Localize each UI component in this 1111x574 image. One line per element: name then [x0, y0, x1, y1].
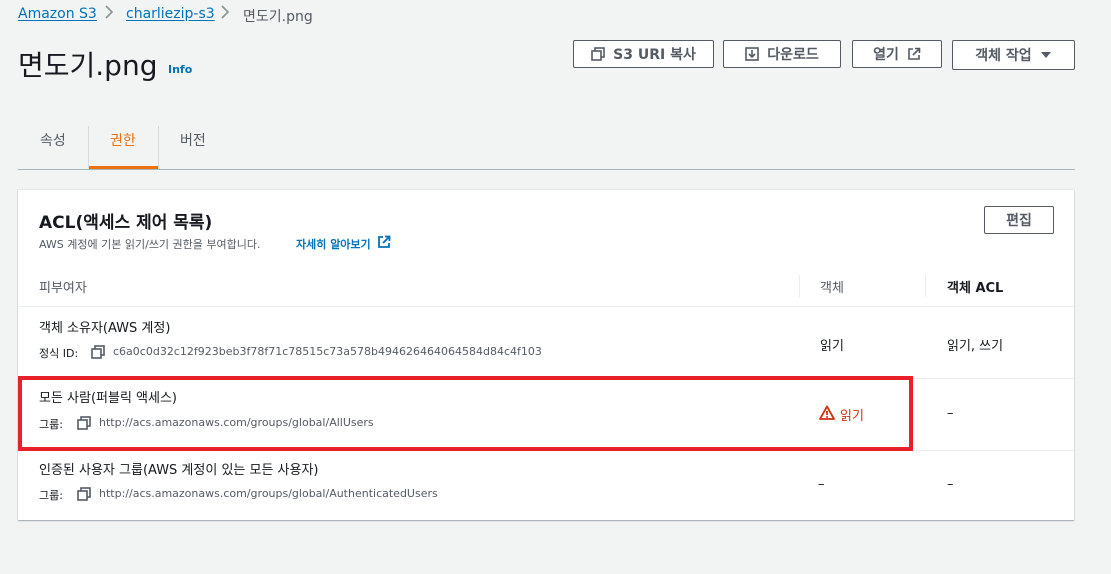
object-acl-permission: –	[947, 406, 954, 421]
object-permission: –	[818, 477, 825, 492]
chevron-right-icon	[104, 5, 114, 23]
grantee-id-value: c6a0c0d32c12f923beb3f78f71c78515c73a578b…	[113, 345, 542, 358]
column-header-object: 객체	[820, 281, 844, 296]
grantee-group-label: 그룹:	[39, 489, 63, 502]
column-header-object-acl: 객체 ACL	[947, 281, 1004, 296]
breadcrumb-item-bucket[interactable]: charliezip-s3	[126, 6, 215, 22]
object-permission: 읽기	[820, 339, 844, 354]
column-divider	[799, 275, 800, 297]
chevron-right-icon	[220, 5, 230, 23]
highlight-box	[18, 376, 913, 451]
caret-down-icon	[1040, 50, 1052, 60]
tab-properties[interactable]: 속성	[40, 130, 66, 150]
learn-more-link[interactable]: 자세히 알아보기	[296, 235, 391, 252]
breadcrumb-item-current: 면도기.png	[243, 9, 313, 25]
breadcrumb-item-amazon-s3[interactable]: Amazon S3	[18, 6, 97, 22]
column-header-grantee: 피부여자	[39, 281, 87, 296]
copy-s3-uri-label: S3 URI 복사	[613, 47, 696, 63]
object-actions-label: 객체 작업	[975, 48, 1032, 64]
download-label: 다운로드	[767, 47, 819, 63]
page-title: 면도기.png	[18, 49, 158, 82]
copy-icon[interactable]	[91, 344, 105, 363]
tab-divider	[158, 126, 159, 168]
copy-icon[interactable]	[77, 486, 91, 505]
download-button[interactable]: 다운로드	[723, 40, 841, 68]
acl-title: ACL(액세스 제어 목록)	[39, 213, 213, 233]
external-link-icon	[377, 235, 391, 252]
grantee-name: 객체 소유자(AWS 계정)	[39, 321, 171, 336]
grantee-id-label: 정식 ID:	[39, 347, 79, 360]
copy-s3-uri-button[interactable]: S3 URI 복사	[573, 40, 714, 68]
object-actions-dropdown[interactable]: 객체 작업	[952, 40, 1075, 70]
tab-permissions[interactable]: 권한	[110, 130, 136, 150]
object-acl-permission: 읽기, 쓰기	[947, 339, 1004, 354]
acl-description: AWS 계정에 기본 읽기/쓰기 권한을 부여합니다.	[39, 238, 261, 251]
tabs-divider-line	[18, 169, 1075, 170]
header-divider	[19, 306, 1074, 307]
copy-icon	[591, 47, 605, 61]
tab-versions[interactable]: 버전	[180, 130, 206, 150]
column-divider	[925, 275, 926, 297]
learn-more-label: 자세히 알아보기	[296, 237, 371, 251]
download-icon	[745, 47, 760, 61]
tab-divider	[88, 126, 89, 168]
object-acl-permission: –	[947, 477, 954, 492]
info-link[interactable]: Info	[168, 63, 192, 76]
external-link-icon	[907, 47, 921, 61]
open-label: 열기	[873, 47, 899, 63]
edit-acl-button[interactable]: 편집	[984, 206, 1054, 234]
open-button[interactable]: 열기	[852, 40, 942, 68]
grantee-group-value: http://acs.amazonaws.com/groups/global/A…	[99, 487, 438, 500]
grantee-name: 인증된 사용자 그룹(AWS 계정이 있는 모든 사용자)	[39, 463, 319, 478]
